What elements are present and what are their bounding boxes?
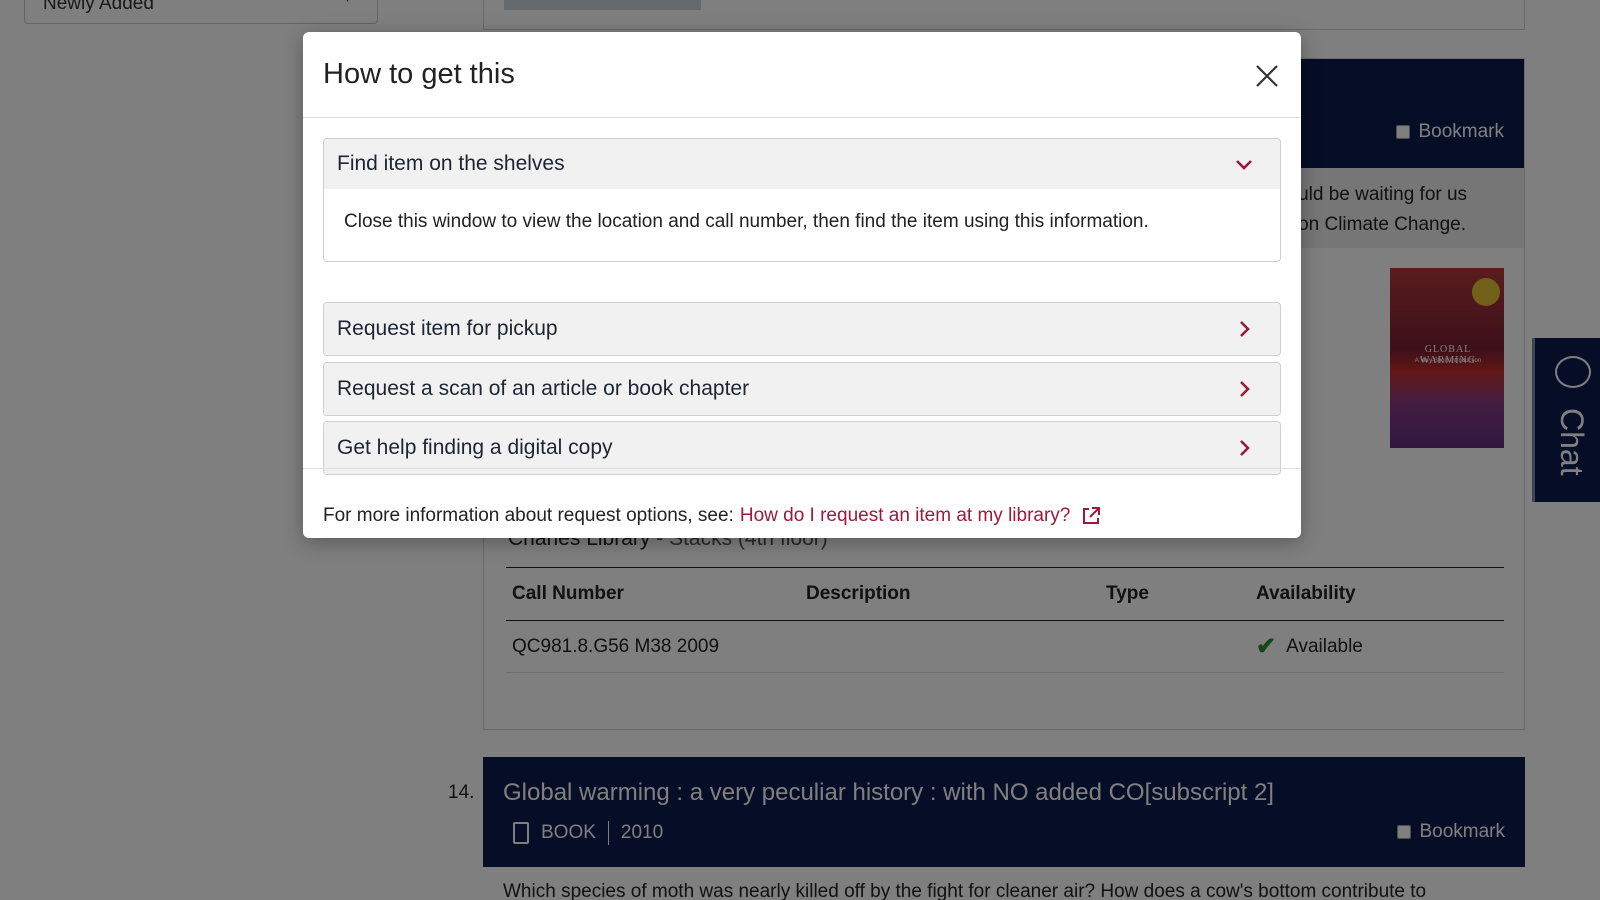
close-button[interactable] bbox=[1251, 60, 1283, 92]
accordion-toggle-request-pickup[interactable]: Request item for pickup bbox=[324, 303, 1280, 355]
accordion-digital-copy: Get help finding a digital copy bbox=[323, 421, 1281, 475]
accordion-label: Find item on the shelves bbox=[337, 152, 565, 175]
accordion-panel: Close this window to view the location a… bbox=[324, 189, 1280, 261]
chevron-right-icon bbox=[1240, 440, 1250, 456]
accordion-toggle-find-item[interactable]: Find item on the shelves bbox=[324, 139, 1280, 189]
accordion-label: Request a scan of an article or book cha… bbox=[337, 377, 750, 400]
accordion-toggle-digital-copy[interactable]: Get help finding a digital copy bbox=[324, 422, 1280, 474]
accordion-label: Get help finding a digital copy bbox=[337, 436, 613, 459]
accordion-request-pickup: Request item for pickup bbox=[323, 302, 1281, 356]
dialog-footer: For more information about request optio… bbox=[303, 468, 1301, 538]
close-icon bbox=[1256, 65, 1278, 87]
chevron-right-icon bbox=[1240, 381, 1250, 397]
external-link-icon[interactable] bbox=[1080, 505, 1102, 527]
request-help-link[interactable]: How do I request an item at my library? bbox=[740, 505, 1071, 527]
accordion-find-item-on-shelves: Find item on the shelves Close this wind… bbox=[323, 138, 1281, 262]
accordion-panel-text: Close this window to view the location a… bbox=[344, 211, 1149, 232]
dialog-title: How to get this bbox=[323, 58, 515, 90]
dialog-header: How to get this bbox=[303, 32, 1301, 118]
footer-text: For more information about request optio… bbox=[323, 504, 734, 526]
accordion-label: Request item for pickup bbox=[337, 317, 558, 340]
how-to-get-this-dialog: How to get this Find item on the shelves… bbox=[303, 32, 1301, 538]
chevron-right-icon bbox=[1240, 321, 1250, 337]
chevron-down-icon bbox=[1236, 160, 1252, 170]
accordion-request-scan: Request a scan of an article or book cha… bbox=[323, 362, 1281, 416]
accordion-toggle-request-scan[interactable]: Request a scan of an article or book cha… bbox=[324, 363, 1280, 415]
